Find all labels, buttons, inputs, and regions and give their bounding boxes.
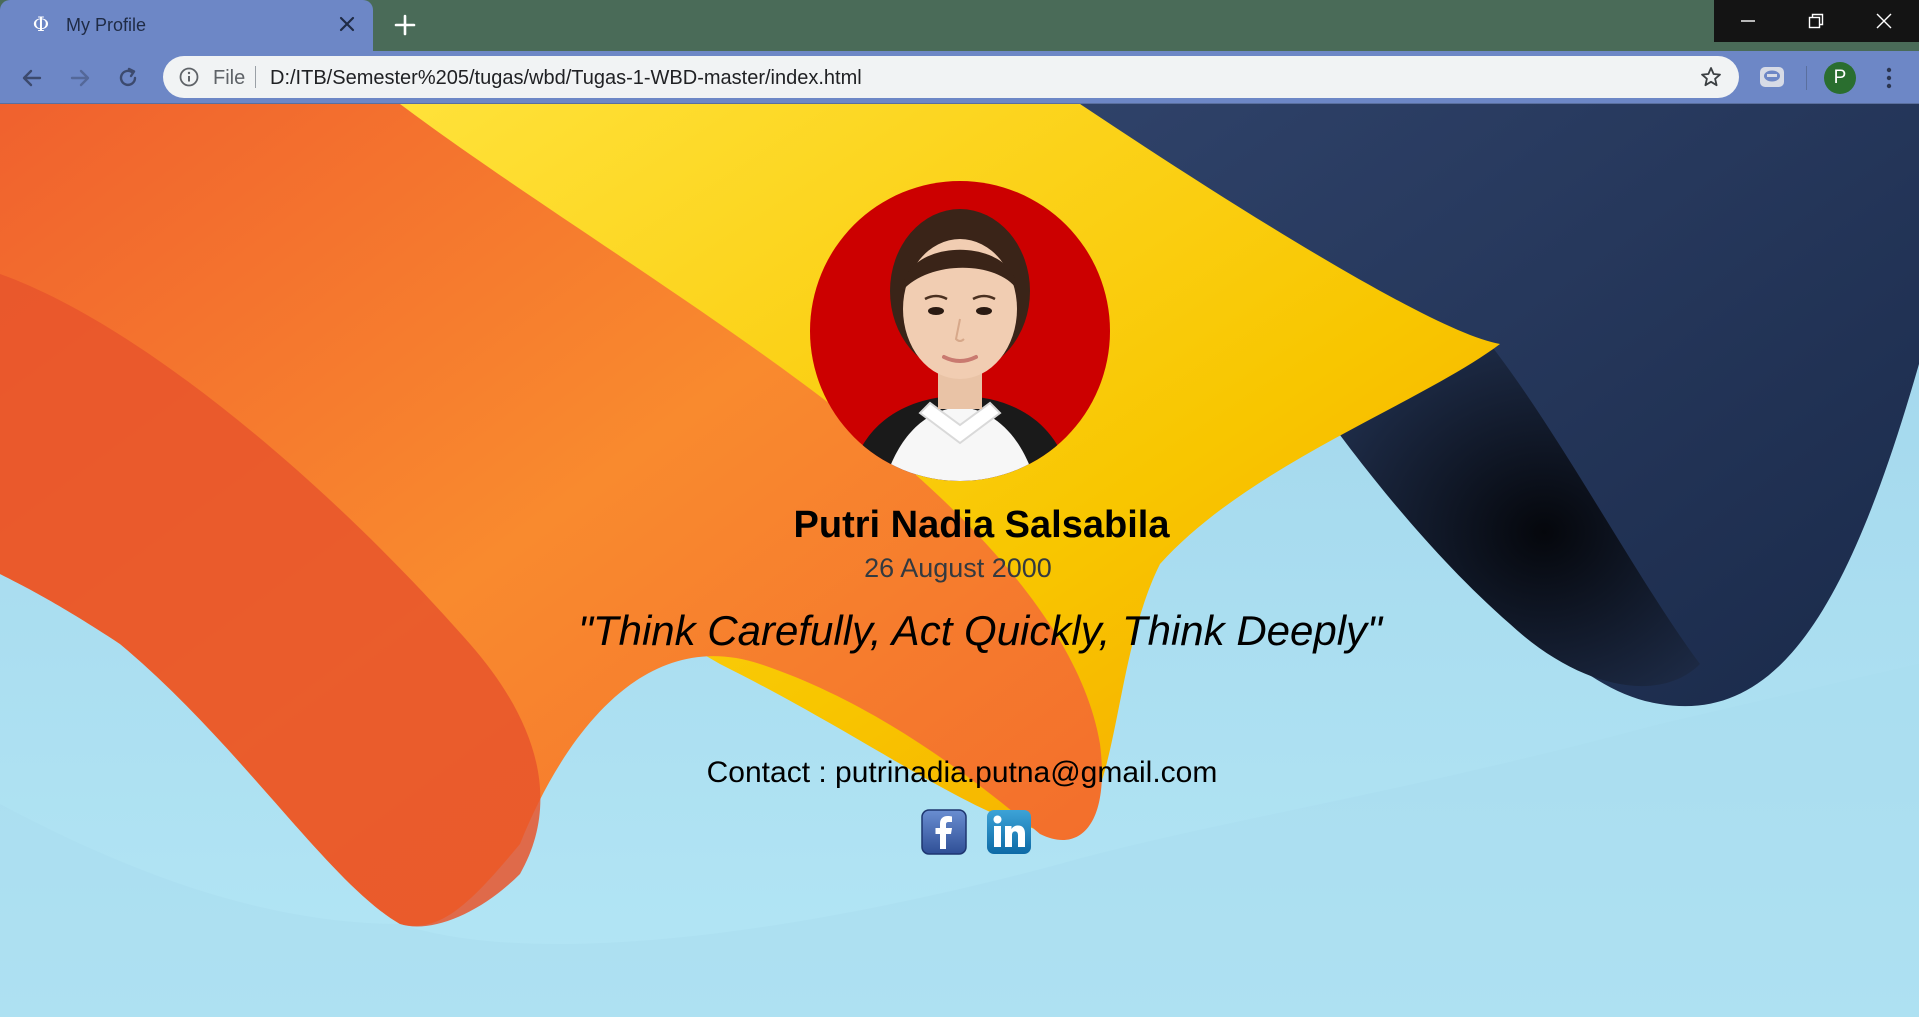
address-bar[interactable]: File D:/ITB/Semester%205/tugas/wbd/Tugas… <box>163 56 1739 98</box>
profile-avatar[interactable]: P <box>1824 62 1856 94</box>
info-icon[interactable] <box>178 66 200 88</box>
reload-icon[interactable] <box>115 65 141 91</box>
close-tab-icon[interactable] <box>335 12 359 36</box>
new-tab-icon[interactable] <box>392 12 418 38</box>
tab-my-profile[interactable]: Φ My Profile <box>0 0 373 51</box>
url-text[interactable]: D:/ITB/Semester%205/tugas/wbd/Tugas-1-WB… <box>270 67 862 89</box>
birth-date: 26 August 2000 <box>864 553 1052 583</box>
linkedin-icon[interactable] <box>986 809 1032 855</box>
address-separator <box>255 66 256 88</box>
phi-icon: Φ <box>32 12 50 36</box>
forward-arrow-icon[interactable] <box>67 65 93 91</box>
more-menu-icon[interactable] <box>1877 65 1901 91</box>
minimize-button[interactable] <box>1714 0 1782 42</box>
profile-quote: "Think Carefully, Act Quickly, Think Dee… <box>578 607 1382 654</box>
facebook-icon[interactable] <box>921 809 967 855</box>
browser-toolbar: File D:/ITB/Semester%205/tugas/wbd/Tugas… <box>0 51 1919 104</box>
page-viewport: Putri Nadia Salsabila 26 August 2000 "Th… <box>0 104 1919 1017</box>
line-extension-icon[interactable] <box>1759 66 1785 88</box>
browser-window: Φ My Profile File D:/ITB/Semester%205/tu… <box>0 0 1919 1017</box>
profile-name: Putri Nadia Salsabila <box>793 504 1170 546</box>
tab-strip: Φ My Profile <box>0 0 1919 51</box>
back-arrow-icon[interactable] <box>19 65 45 91</box>
url-scheme-label: File <box>213 67 246 89</box>
profile-photo <box>810 181 1110 481</box>
toolbar-divider <box>1806 66 1807 90</box>
restore-button[interactable] <box>1782 0 1850 42</box>
contact-email: Contact : putrinadia.putna@gmail.com <box>706 756 1218 789</box>
bookmark-star-icon[interactable] <box>1699 65 1723 89</box>
close-window-button[interactable] <box>1850 0 1919 42</box>
tab-title: My Profile <box>66 15 147 35</box>
